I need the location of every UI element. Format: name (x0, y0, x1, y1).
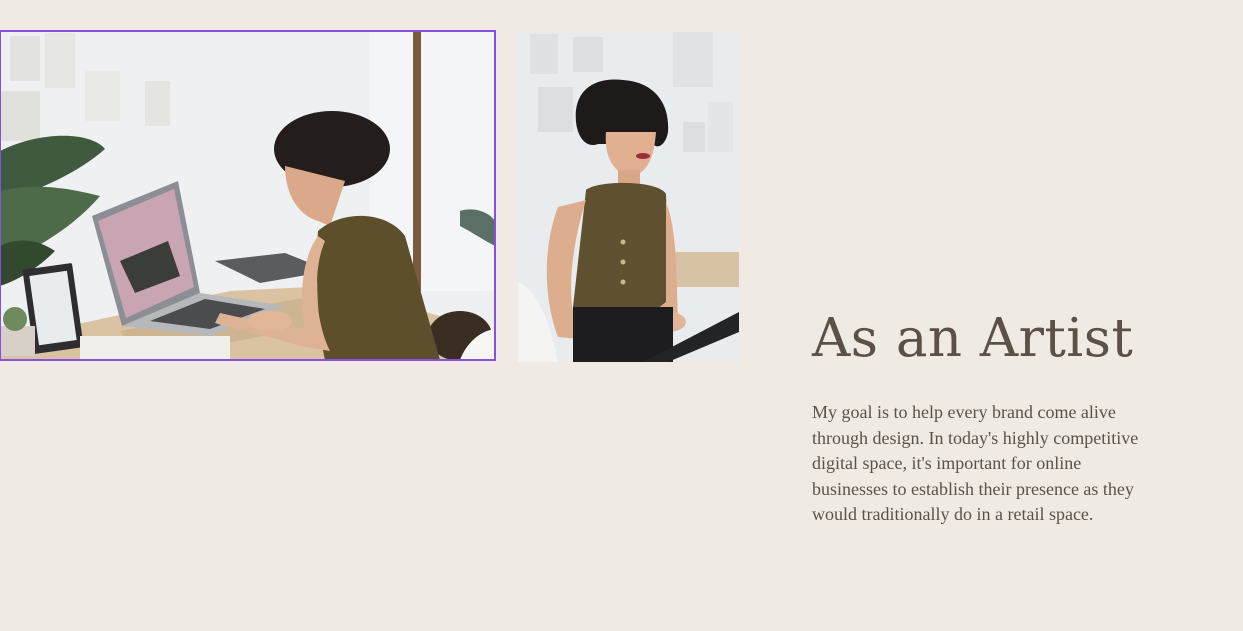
section-paragraph: My goal is to help every brand come aliv… (812, 402, 1139, 525)
artist-at-laptop-illustration (0, 31, 495, 360)
artist-portrait-image[interactable] (518, 32, 739, 362)
artist-at-laptop-image[interactable] (0, 30, 496, 361)
section-heading: As an Artist (812, 308, 1134, 369)
artist-portrait-illustration (518, 32, 739, 362)
